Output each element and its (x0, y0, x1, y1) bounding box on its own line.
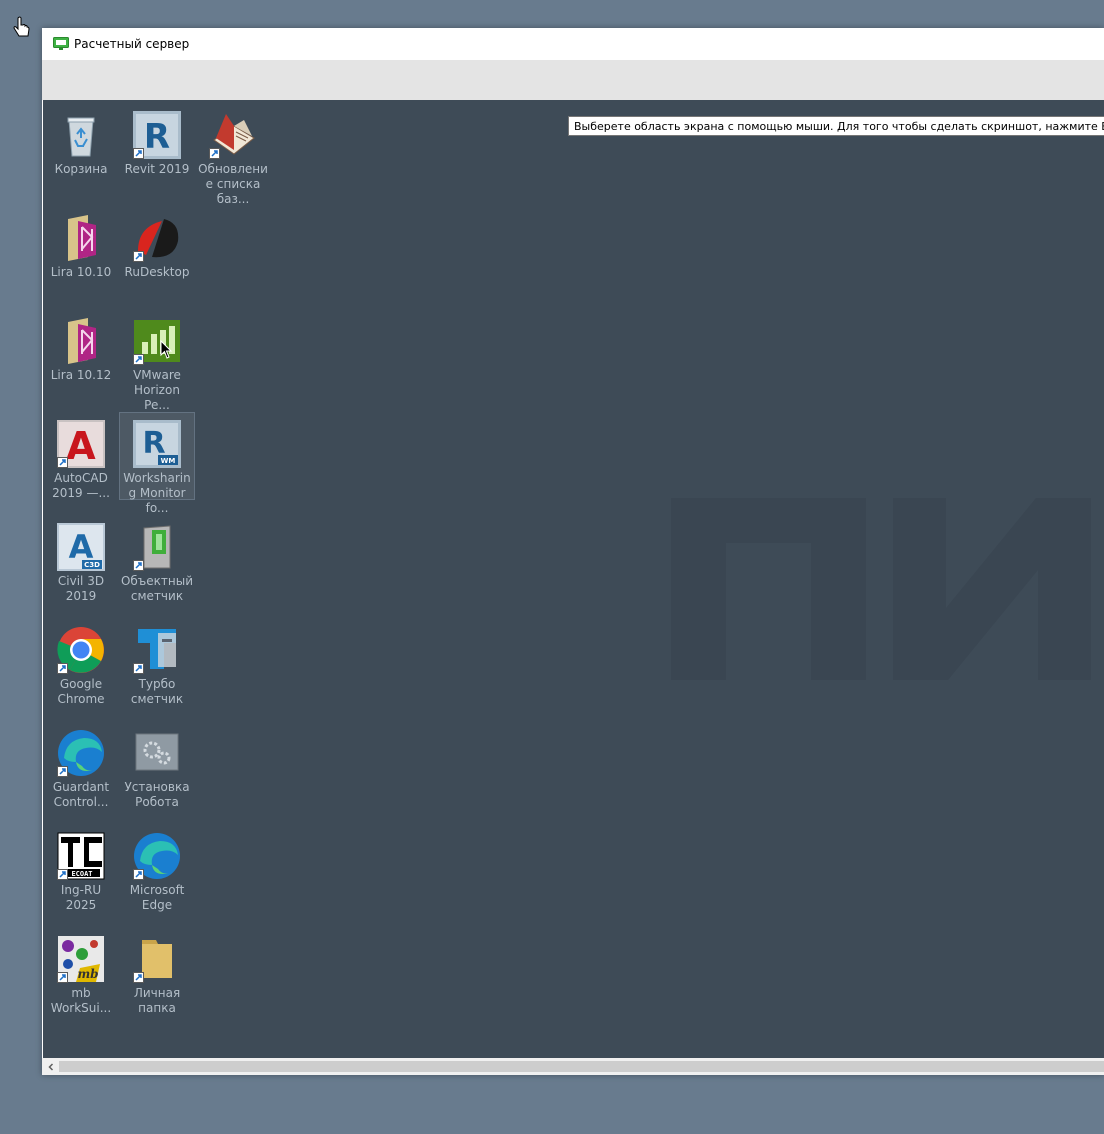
edge-icon (132, 831, 182, 881)
guardant-icon (56, 728, 106, 778)
shortcut-arrow-icon (133, 354, 144, 365)
window-titlebar[interactable]: Расчетный сервер (42, 28, 1104, 60)
icon-label: Revit 2019 (124, 162, 190, 176)
lira-icon (56, 316, 106, 366)
shortcut-arrow-icon (57, 663, 68, 674)
window-title: Расчетный сервер (74, 37, 190, 51)
icon-label: Обновление списка баз... (198, 162, 268, 206)
screenshot-tooltip: Выберете область экрана с помощью мыши. … (568, 116, 1104, 136)
remote-desktop-window: Расчетный сервер Выберете область экрана… (42, 28, 1104, 1075)
shortcut-arrow-icon (133, 148, 144, 159)
shortcut-arrow-icon (57, 869, 68, 880)
desktop-icon-civil-3d-2019[interactable]: A C3D Civil 3D 2019 (44, 516, 118, 603)
desktop-icon-mb-worksuite[interactable]: mb mb WorkSui... (44, 928, 118, 1015)
horizontal-scrollbar[interactable] (42, 1058, 1104, 1075)
desktop-icon-google-chrome[interactable]: Google Chrome (44, 619, 118, 706)
rudesktop-icon (132, 213, 182, 263)
shortcut-arrow-icon (209, 148, 220, 159)
book-update-icon (208, 110, 258, 160)
civil3d-icon: A C3D (56, 522, 106, 572)
icon-label: Guardant Control... (52, 780, 110, 809)
desktop-icon-robot-install[interactable]: Установка Робота (120, 722, 194, 809)
shortcut-arrow-icon (57, 457, 68, 468)
chrome-icon (56, 625, 106, 675)
desktop-icon-worksharing-monitor[interactable]: R WM Worksharing Monitor fo... (119, 412, 195, 515)
worksharing-monitor-icon: R WM (132, 419, 182, 469)
icon-label: Civil 3D 2019 (57, 574, 105, 603)
desktop-icon-ing-ru-2025[interactable]: ECOAT Ing-RU 2025 (44, 825, 118, 912)
scrollbar-thumb[interactable] (59, 1061, 1104, 1072)
svg-text:A: A (66, 424, 96, 468)
turbo-estimator-icon (132, 625, 182, 675)
icon-label: Корзина (54, 162, 108, 176)
desktop-icon-personal-folder[interactable]: Личная папка (120, 928, 194, 1015)
desktop-icon-turbo-estimator[interactable]: Турбо сметчик (120, 619, 194, 706)
shortcut-arrow-icon (133, 251, 144, 262)
svg-text:mb: mb (77, 967, 98, 981)
remote-desktop-area[interactable]: Выберете область экрана с помощью мыши. … (43, 100, 1104, 1058)
svg-text:ECOAT: ECOAT (71, 870, 92, 878)
icon-label: Личная папка (133, 986, 181, 1015)
desktop-icon-autocad-2019[interactable]: A AutoCAD 2019 —... (44, 413, 118, 500)
svg-text:R: R (144, 117, 170, 157)
desktop-icon-guardant-control[interactable]: Guardant Control... (44, 722, 118, 809)
hand-cursor-icon (12, 16, 32, 40)
lira-icon (56, 213, 106, 263)
autocad-icon: A (56, 419, 106, 469)
revit-icon: R (132, 110, 182, 160)
shortcut-arrow-icon (133, 869, 144, 880)
icon-label: Google Chrome (57, 677, 105, 706)
shortcut-arrow-icon (133, 560, 144, 571)
icon-label: VMware Horizon Pe... (133, 368, 181, 412)
wallpaper-watermark (671, 498, 1091, 680)
icon-label: Worksharing Monitor fo... (123, 471, 191, 515)
icon-label: Lira 10.10 (50, 265, 112, 279)
icon-label: Microsoft Edge (129, 883, 185, 912)
desktop-icon-update-db-list[interactable]: Обновление списка баз... (196, 104, 270, 206)
recycle-bin-icon (56, 110, 106, 160)
window-toolbar (42, 60, 1104, 100)
estimator-icon (132, 522, 182, 572)
icon-label: Ing-RU 2025 (60, 883, 102, 912)
svg-text:WM: WM (161, 457, 176, 465)
shortcut-arrow-icon (57, 766, 68, 777)
vmware-horizon-icon (132, 316, 182, 366)
icon-label: AutoCAD 2019 —... (52, 471, 110, 500)
icon-label: Объектный сметчик (120, 574, 194, 603)
shortcut-arrow-icon (133, 663, 144, 674)
remote-desktop-icon (53, 36, 69, 50)
shortcut-arrow-icon (133, 972, 144, 983)
ing-ru-icon: ECOAT (56, 831, 106, 881)
icon-label: RuDesktop (124, 265, 190, 279)
desktop-icon-microsoft-edge[interactable]: Microsoft Edge (120, 825, 194, 912)
folder-icon (132, 934, 182, 984)
svg-text:C3D: C3D (84, 561, 100, 569)
desktop-icon-lira-10-10[interactable]: Lira 10.10 (44, 207, 118, 293)
icon-label: Турбо сметчик (130, 677, 184, 706)
scroll-left-button[interactable] (42, 1058, 59, 1075)
desktop-icon-revit-2019[interactable]: R Revit 2019 (120, 104, 194, 190)
shortcut-arrow-icon (57, 972, 68, 983)
mb-worksuite-icon: mb (56, 934, 106, 984)
chevron-left-icon (47, 1062, 53, 1071)
desktop-icon-vmware-horizon[interactable]: VMware Horizon Pe... (120, 310, 194, 412)
mouse-pointer-icon (160, 339, 174, 360)
icon-label: Lira 10.12 (50, 368, 112, 382)
gears-icon (132, 728, 182, 778)
desktop-icon-recycle-bin[interactable]: Корзина (44, 104, 118, 190)
desktop-icon-rudesktop[interactable]: RuDesktop (120, 207, 194, 293)
icon-label: Установка Робота (124, 780, 190, 809)
icon-label: mb WorkSui... (50, 986, 112, 1015)
desktop-icon-object-estimator[interactable]: Объектный сметчик (120, 516, 194, 603)
desktop-icon-lira-10-12[interactable]: Lira 10.12 (44, 310, 118, 396)
